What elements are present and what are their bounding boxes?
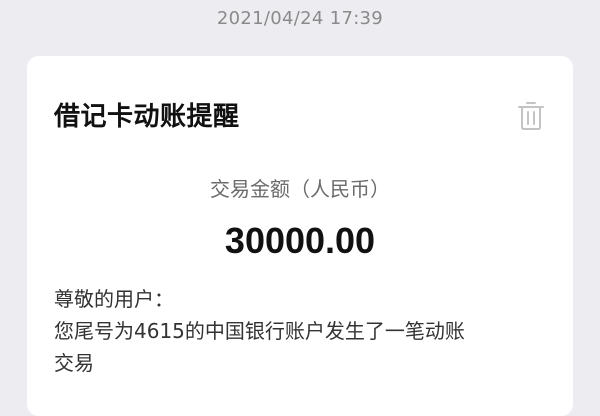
message-line: 您尾号为4615的中国银行账户发生了一笔动账 [54, 319, 465, 343]
message-line: 交易 [54, 351, 94, 375]
greeting-text: 尊敬的用户： [54, 287, 174, 311]
message-timestamp: 2021/04/24 17:39 [216, 8, 384, 29]
message-body: 尊敬的用户： 您尾号为4615的中国银行账户发生了一笔动账 交易 [54, 283, 549, 379]
trash-icon [518, 102, 544, 130]
amount-label: 交易金额（人民币） [210, 177, 390, 201]
amount-value: 30000.00 [224, 220, 376, 261]
delete-button[interactable] [513, 98, 549, 134]
notification-card[interactable]: 借记卡动账提醒 交易金额（人民币） 30000.00 尊敬的用户： 您尾号为46… [27, 56, 573, 416]
card-title: 借记卡动账提醒 [54, 102, 240, 132]
